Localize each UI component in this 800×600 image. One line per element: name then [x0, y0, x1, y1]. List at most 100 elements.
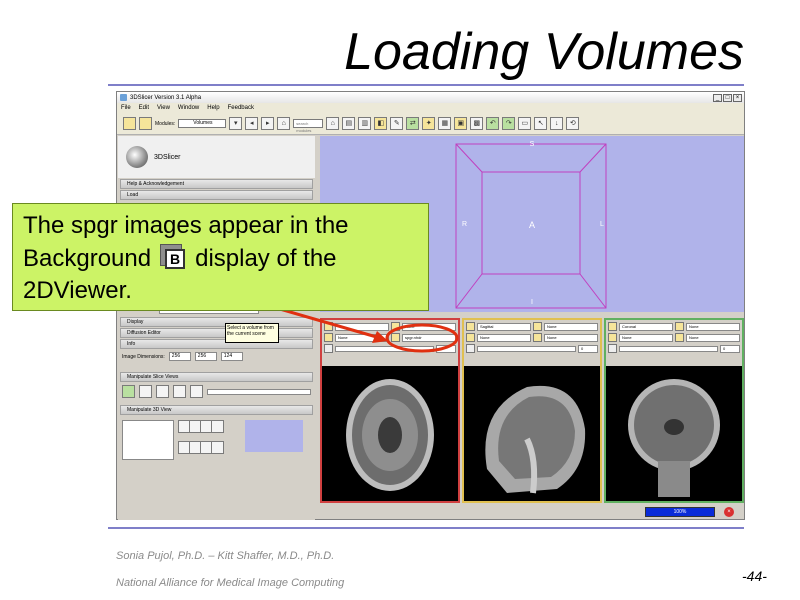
- transforms-icon[interactable]: ⇄: [406, 117, 420, 130]
- slice-offset-red[interactable]: 1: [436, 344, 456, 353]
- slice-viewers: None None spgr.nhdr 1 Sagittal None None…: [320, 318, 744, 503]
- menu-feedback[interactable]: Feedback: [228, 105, 254, 111]
- fg-select-yellow[interactable]: None: [544, 322, 598, 331]
- label-select-red[interactable]: None: [335, 333, 389, 342]
- orientation-select-green[interactable]: Coronal: [619, 322, 673, 331]
- callout-box: The spgr images appear in the Background…: [12, 203, 429, 311]
- forward-icon[interactable]: ▸: [261, 117, 275, 130]
- display-section-header[interactable]: Display: [120, 317, 313, 327]
- close-button[interactable]: ×: [733, 93, 742, 102]
- window-titlebar: 3DSlicer Version 3.1 Alpha _ □ ×: [117, 92, 744, 103]
- fg-layer-icon[interactable]: [608, 322, 617, 331]
- slice-offset-yellow[interactable]: 0: [578, 344, 598, 353]
- pin-icon[interactable]: [608, 344, 617, 353]
- modules-select[interactable]: Volumes: [178, 119, 227, 128]
- bg-layer-icon[interactable]: [391, 333, 400, 342]
- menu-view[interactable]: View: [157, 105, 170, 111]
- slice-slider-yellow[interactable]: [477, 345, 576, 352]
- save-icon[interactable]: [139, 117, 152, 130]
- help-section-header[interactable]: Help & Acknowledgement: [120, 179, 313, 189]
- bg-select-yellow[interactable]: None: [544, 333, 598, 342]
- page-number: -44-: [742, 568, 767, 584]
- load-section-header[interactable]: Load: [120, 190, 313, 200]
- slice-tool-icon[interactable]: [139, 385, 152, 398]
- slice-image-axial: [322, 366, 458, 501]
- footer-authors: Sonia Pujol, Ph.D. – Kitt Shaffer, M.D.,…: [116, 550, 335, 562]
- menu-edit[interactable]: Edit: [139, 105, 149, 111]
- mouse-place-icon[interactable]: ↓: [550, 117, 564, 130]
- fg-select-red[interactable]: None: [402, 322, 456, 331]
- slice-tool-icon[interactable]: [156, 385, 169, 398]
- menubar: File Edit View Window Help Feedback: [117, 103, 744, 113]
- layout-one-up-icon[interactable]: ▣: [454, 117, 468, 130]
- fg-layer-icon[interactable]: [533, 322, 542, 331]
- bg-select-green[interactable]: None: [686, 333, 740, 342]
- mouse-transform-icon[interactable]: ⟲: [566, 117, 580, 130]
- view-3d-label-a: A: [529, 220, 535, 230]
- stop-icon[interactable]: ×: [724, 507, 734, 517]
- callout-line-1: The spgr images appear in the: [23, 212, 349, 239]
- slice-viewer-yellow[interactable]: Sagittal None None None 0: [462, 318, 602, 503]
- view-button-icon[interactable]: [211, 420, 224, 433]
- dim-y-field: 256: [194, 352, 217, 361]
- view-3d-thumbnail: [245, 420, 303, 452]
- label-layer-icon[interactable]: [324, 333, 333, 342]
- slice-slider-green[interactable]: [619, 345, 718, 352]
- info-section-header[interactable]: Info: [120, 339, 313, 349]
- orientation-select-red[interactable]: [335, 322, 389, 331]
- chevron-down-icon[interactable]: ▾: [229, 117, 243, 130]
- volumes-icon[interactable]: ▥: [358, 117, 372, 130]
- slice-tool-slider[interactable]: [207, 388, 311, 395]
- minimize-button[interactable]: _: [713, 93, 722, 102]
- label-layer-icon[interactable]: [608, 333, 617, 342]
- redo-icon[interactable]: ↷: [502, 117, 516, 130]
- slice-slider-red[interactable]: [335, 345, 434, 352]
- menu-window[interactable]: Window: [178, 105, 199, 111]
- module-home-icon[interactable]: ⌂: [277, 117, 291, 130]
- diffusion-section-header[interactable]: Diffusion Editor: [120, 328, 313, 338]
- manipulate-3d-section-header[interactable]: Manipulate 3D View: [120, 405, 313, 415]
- orientation-widget[interactable]: [122, 420, 174, 460]
- fg-layer-icon[interactable]: [466, 322, 475, 331]
- bg-layer-icon[interactable]: [533, 333, 542, 342]
- home-icon[interactable]: ⌂: [326, 117, 340, 130]
- menu-help[interactable]: Help: [207, 105, 219, 111]
- label-select-yellow[interactable]: None: [477, 333, 531, 342]
- pin-icon[interactable]: [324, 344, 333, 353]
- manipulate-slice-section-header[interactable]: Manipulate Slice Views: [120, 372, 313, 382]
- search-input[interactable]: search modules: [293, 119, 324, 133]
- data-icon[interactable]: ▤: [342, 117, 356, 130]
- fg-layer-icon[interactable]: [391, 322, 400, 331]
- maximize-button[interactable]: □: [723, 93, 732, 102]
- slice-viewer-red[interactable]: None None spgr.nhdr 1: [320, 318, 460, 503]
- slice-tool-icon[interactable]: [190, 385, 203, 398]
- fiducials-icon[interactable]: ✦: [422, 117, 436, 130]
- layout-four-up-icon[interactable]: ▩: [470, 117, 484, 130]
- menu-file[interactable]: File: [121, 105, 131, 111]
- orientation-select-yellow[interactable]: Sagittal: [477, 322, 531, 331]
- models-icon[interactable]: ◧: [374, 117, 388, 130]
- view-button-icon[interactable]: [211, 440, 224, 454]
- load-scene-icon[interactable]: [123, 117, 136, 130]
- fg-layer-icon[interactable]: [675, 322, 684, 331]
- mouse-pick-icon[interactable]: ↖: [534, 117, 548, 130]
- fg-select-green[interactable]: None: [686, 322, 740, 331]
- fg-layer-icon[interactable]: [324, 322, 333, 331]
- label-select-green[interactable]: None: [619, 333, 673, 342]
- slice-tool-icon[interactable]: [122, 385, 135, 398]
- image-dimensions-row: Image Dimensions: 256 256 124: [118, 350, 315, 363]
- module-panel: 3DSlicer Help & Acknowledgement Load Act…: [118, 136, 315, 520]
- label-layer-icon[interactable]: [466, 333, 475, 342]
- bg-select-red[interactable]: spgr.nhdr: [402, 333, 456, 342]
- slice-offset-green[interactable]: 0: [720, 344, 740, 353]
- layout-conventional-icon[interactable]: ▦: [438, 117, 452, 130]
- slice-viewer-green[interactable]: Coronal None None None 0: [604, 318, 744, 503]
- screenshot-icon[interactable]: ▭: [518, 117, 532, 130]
- pin-icon[interactable]: [466, 344, 475, 353]
- slice-tool-icon[interactable]: [173, 385, 186, 398]
- editor-icon[interactable]: ✎: [390, 117, 404, 130]
- undo-icon[interactable]: ↶: [486, 117, 500, 130]
- back-icon[interactable]: ◂: [245, 117, 259, 130]
- bg-layer-icon[interactable]: [675, 333, 684, 342]
- view-3d-label-r: R: [462, 221, 467, 228]
